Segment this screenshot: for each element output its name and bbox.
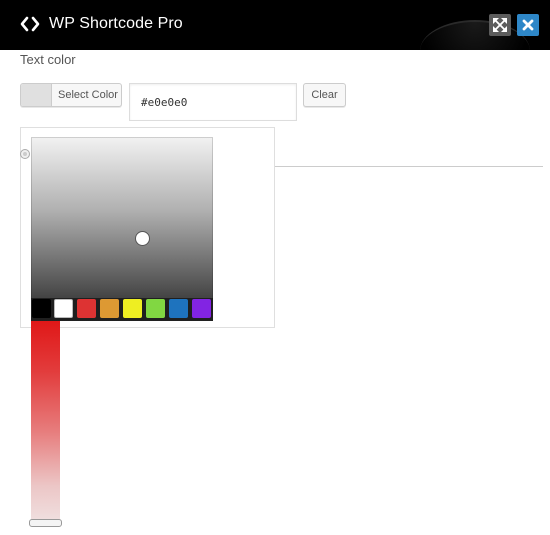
palette-swatch-yellow[interactable] — [123, 299, 142, 318]
palette-swatch-orange[interactable] — [100, 299, 119, 318]
close-x-icon — [522, 19, 534, 31]
modal-titlebar: WP Shortcode Pro — [0, 0, 550, 50]
palette-swatch-purple[interactable] — [192, 299, 211, 318]
titlebar-decoration — [420, 20, 530, 50]
select-color-button[interactable]: Select Color — [20, 83, 122, 107]
palette-swatch-red[interactable] — [77, 299, 96, 318]
hue-slider-handle[interactable] — [29, 519, 62, 527]
select-color-label: Select Color — [58, 89, 118, 101]
palette-swatch-green[interactable] — [146, 299, 165, 318]
clear-button[interactable]: Clear — [303, 83, 346, 107]
palette-swatch-white[interactable] — [54, 299, 73, 318]
divider-line — [275, 166, 543, 167]
palette-swatch-blue[interactable] — [169, 299, 188, 318]
hex-color-input[interactable] — [129, 83, 297, 121]
close-button[interactable] — [517, 14, 539, 36]
current-color-swatch — [21, 84, 52, 106]
saturation-value-square[interactable] — [31, 137, 213, 321]
expand-button[interactable] — [489, 14, 511, 36]
circle-handle-icon[interactable] — [20, 149, 30, 159]
modal-title: WP Shortcode Pro — [49, 15, 183, 32]
palette-row — [31, 298, 213, 320]
expand-arrows-icon — [493, 18, 507, 32]
code-brackets-icon — [20, 16, 40, 32]
text-color-label: Text color — [20, 52, 76, 67]
palette-swatch-black[interactable] — [32, 299, 51, 318]
saturation-value-handle[interactable] — [135, 231, 150, 246]
hue-slider-strip[interactable] — [31, 321, 60, 522]
